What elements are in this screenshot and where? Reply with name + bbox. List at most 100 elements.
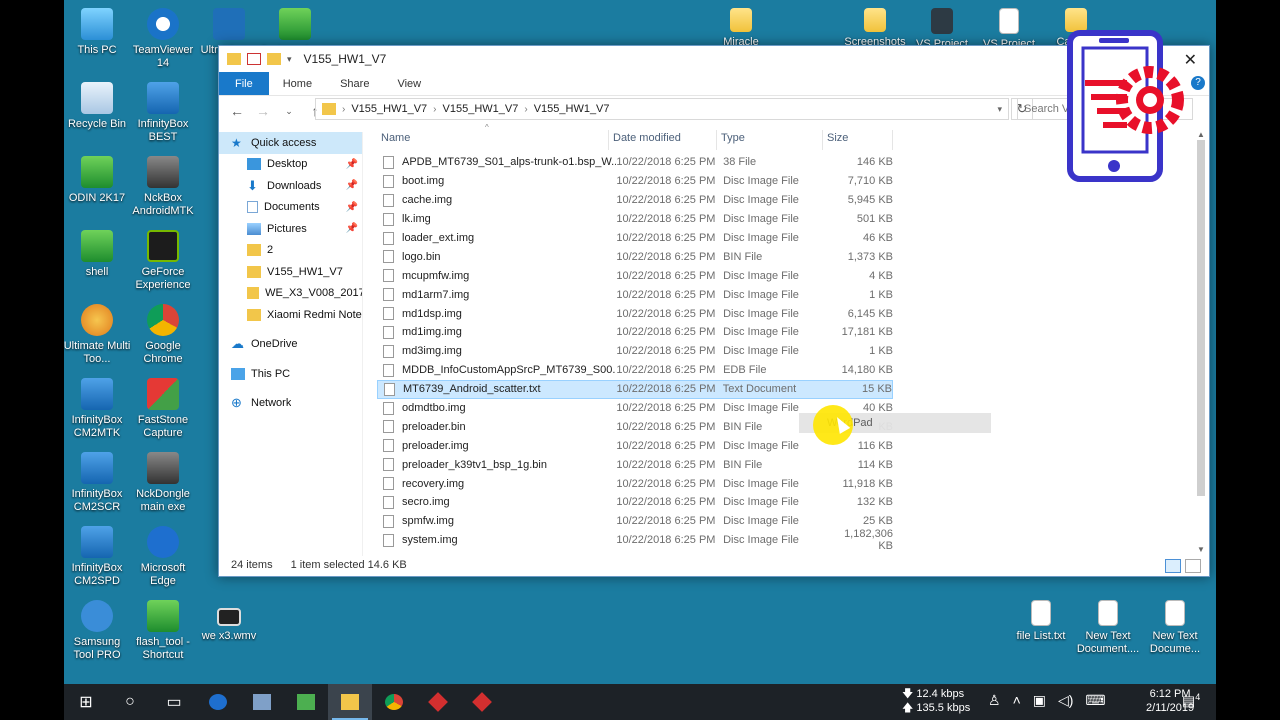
edge-taskbar-icon[interactable] <box>196 684 240 720</box>
flash-tool-taskbar-icon[interactable] <box>284 684 328 720</box>
details-view-icon[interactable] <box>1165 559 1181 573</box>
chevron-up-icon[interactable]: ˄ <box>1013 692 1021 709</box>
nav-item-documents[interactable]: Documents 📌 <box>219 197 362 219</box>
pane-divider[interactable] <box>362 132 363 556</box>
breadcrumb-item[interactable]: V155_HW1_V7 <box>351 103 427 115</box>
recent-locations-icon[interactable]: ⌄ <box>281 106 297 117</box>
large-icons-view-icon[interactable] <box>1185 559 1201 573</box>
nav-item-this-pc[interactable]: This PC <box>219 363 362 385</box>
file-row[interactable]: md3img.img 10/22/2018 6:25 PM Disc Image F… <box>377 342 893 361</box>
nav-item-v155-hw1-v7[interactable]: V155_HW1_V7 <box>219 261 362 283</box>
file-row[interactable]: cache.img 10/22/2018 6:25 PM Disc Image Fi… <box>377 191 893 210</box>
scrollbar-thumb[interactable] <box>1197 140 1205 496</box>
file-explorer-taskbar-icon[interactable] <box>328 684 372 720</box>
desktop-shortcut[interactable]: Recycle Bin <box>64 82 131 131</box>
column-header-size[interactable]: Size <box>823 130 893 150</box>
breadcrumb-item[interactable]: V155_HW1_V7 <box>534 103 610 115</box>
column-header-name[interactable]: Name ^ <box>377 123 609 150</box>
file-row[interactable]: mcupmfw.img 10/22/2018 6:25 PM Disc Image … <box>377 266 893 285</box>
forward-arrow-icon[interactable]: → <box>255 103 271 119</box>
desktop-shortcut[interactable]: Miracle <box>707 8 775 49</box>
file-row[interactable]: MDDB_InfoCustomAppSrcP_MT6739_S00... 10/2… <box>377 361 893 380</box>
nav-item-quick-access[interactable]: ★ Quick access <box>219 132 362 154</box>
tab-share[interactable]: Share <box>326 72 383 95</box>
red-app-taskbar-icon[interactable] <box>460 684 504 720</box>
nav-item-pictures[interactable]: Pictures 📌 <box>219 218 362 240</box>
desktop-shortcut[interactable]: New Text Document.... <box>1074 600 1142 656</box>
task-view-icon[interactable]: ▭ <box>152 684 196 720</box>
desktop-shortcut[interactable]: InfinityBox BEST <box>129 82 197 144</box>
chevron-down-icon[interactable]: ▾ <box>997 104 1002 115</box>
desktop-shortcut[interactable]: GeForce Experience <box>129 230 197 292</box>
nav-item-we-x3-v008-201710[interactable]: WE_X3_V008_201710 <box>219 283 362 305</box>
file-size: 146 KB <box>856 156 893 169</box>
desktop-shortcut[interactable]: ODIN 2K17 <box>64 156 131 205</box>
column-header-date[interactable]: Date modified <box>609 130 717 150</box>
tab-view[interactable]: View <box>383 72 435 95</box>
desktop-shortcut[interactable]: TeamViewer 14 <box>129 8 197 70</box>
file-row[interactable]: preloader.img 10/22/2018 6:25 PM Disc Imag… <box>377 436 893 455</box>
breadcrumb-item[interactable]: V155_HW1_V7 <box>443 103 519 115</box>
file-row[interactable]: secro.img 10/22/2018 6:25 PM Disc Image Fi… <box>377 493 893 512</box>
nav-item-desktop[interactable]: Desktop 📌 <box>219 154 362 176</box>
quick-access-dropdown-icon[interactable]: ▾ <box>287 54 292 65</box>
file-row[interactable]: md1dsp.img 10/22/2018 6:25 PM Disc Image F… <box>377 304 893 323</box>
file-row[interactable]: md1img.img 10/22/2018 6:25 PM Disc Image F… <box>377 323 893 342</box>
windows-start-icon[interactable]: ⊞ <box>64 684 108 720</box>
desktop-shortcut[interactable]: InfinityBox CM2MTK <box>64 378 131 440</box>
volume-icon[interactable]: ◁) <box>1058 692 1073 709</box>
column-header-type[interactable]: Type <box>717 130 823 150</box>
desktop-shortcut[interactable]: flash_tool - Shortcut <box>129 600 197 662</box>
nav-item-onedrive[interactable]: ☁ OneDrive <box>219 334 362 356</box>
nav-item-downloads[interactable]: ⬇ Downloads 📌 <box>219 175 362 197</box>
properties-icon[interactable] <box>247 53 261 65</box>
file-row[interactable]: recovery.img 10/22/2018 6:25 PM Disc Image… <box>377 474 893 493</box>
file-row[interactable]: system.img 10/22/2018 6:25 PM Disc Image F… <box>377 528 893 552</box>
nav-item-xiaomi-redmi-note[interactable]: Xiaomi Redmi Note <box>219 304 362 326</box>
nav-item-2[interactable]: 2 <box>219 240 362 262</box>
desktop-shortcut[interactable]: Samsung Tool PRO <box>64 600 131 662</box>
desktop-shortcut[interactable]: Microsoft Edge <box>129 526 197 588</box>
network-tray-icon[interactable]: ▣ <box>1033 692 1046 709</box>
scroll-down-icon[interactable]: ▼ <box>1195 545 1207 554</box>
desktop-shortcut[interactable]: NckDongle main exe <box>129 452 197 514</box>
chrome-taskbar-icon[interactable] <box>372 684 416 720</box>
address-bar[interactable]: › V155_HW1_V7 › V155_HW1_V7 › V155_HW1_V… <box>315 98 1009 120</box>
file-row[interactable]: preloader_k39tv1_bsp_1g.bin 10/22/2018 6:… <box>377 455 893 474</box>
app-taskbar-icon[interactable] <box>240 684 284 720</box>
tab-home[interactable]: Home <box>269 72 326 95</box>
file-row[interactable]: spmfw.img 10/22/2018 6:25 PM Disc Image Fi… <box>377 512 893 531</box>
file-row[interactable]: logo.bin 10/22/2018 6:25 PM BIN File 1,373 … <box>377 247 893 266</box>
desktop-shortcut[interactable]: Ultimate Multi Too... <box>64 304 131 366</box>
vertical-scrollbar[interactable]: ▲ ▼ <box>1195 130 1207 554</box>
help-icon[interactable]: ? <box>1191 76 1205 90</box>
red-app-taskbar-icon[interactable] <box>416 684 460 720</box>
file-row[interactable]: APDB_MT6739_S01_alps-trunk-o1.bsp_W... 10… <box>377 153 893 172</box>
action-center-icon[interactable]: ▤4 <box>1182 692 1200 710</box>
desktop-shortcut[interactable]: file List.txt <box>1007 600 1075 643</box>
file-name: boot.img <box>402 175 445 188</box>
scroll-up-icon[interactable]: ▲ <box>1195 130 1207 139</box>
desktop-shortcut[interactable]: Screenshots <box>841 8 909 49</box>
file-row[interactable]: MT6739_Android_scatter.txt 10/22/2018 6:2… <box>377 379 893 399</box>
file-row[interactable]: loader_ext.img 10/22/2018 6:25 PM Disc Ima… <box>377 229 893 248</box>
back-arrow-icon[interactable]: ← <box>229 103 245 119</box>
desktop-shortcut[interactable]: InfinityBox CM2SPD <box>64 526 131 588</box>
desktop-shortcut[interactable]: Google Chrome <box>129 304 197 366</box>
nav-item-network[interactable]: ⊕ Network <box>219 393 362 415</box>
desktop-shortcut[interactable]: shell <box>64 230 131 279</box>
desktop-shortcut[interactable]: NckBox AndroidMTK <box>129 156 197 218</box>
new-folder-icon[interactable] <box>267 53 281 65</box>
file-row[interactable]: md1arm7.img 10/22/2018 6:25 PM Disc Image … <box>377 285 893 304</box>
people-icon[interactable]: ♙ <box>988 692 1001 709</box>
desktop-shortcut[interactable]: InfinityBox CM2SCR <box>64 452 131 514</box>
file-row[interactable]: lk.img 10/22/2018 6:25 PM Disc Image File 5… <box>377 210 893 229</box>
tab-file[interactable]: File <box>219 72 269 95</box>
desktop-shortcut[interactable]: FastStone Capture <box>129 378 197 440</box>
search-circle-icon[interactable]: ○ <box>108 684 152 720</box>
desktop-shortcut[interactable]: This PC <box>64 8 131 57</box>
keyboard-icon[interactable]: ⌨ <box>1085 692 1105 709</box>
desktop-shortcut[interactable]: New Text Docume... <box>1141 600 1209 656</box>
desktop-shortcut[interactable]: we x3.wmv <box>195 600 263 643</box>
file-row[interactable]: boot.img 10/22/2018 6:25 PM Disc Image Fil… <box>377 172 893 191</box>
